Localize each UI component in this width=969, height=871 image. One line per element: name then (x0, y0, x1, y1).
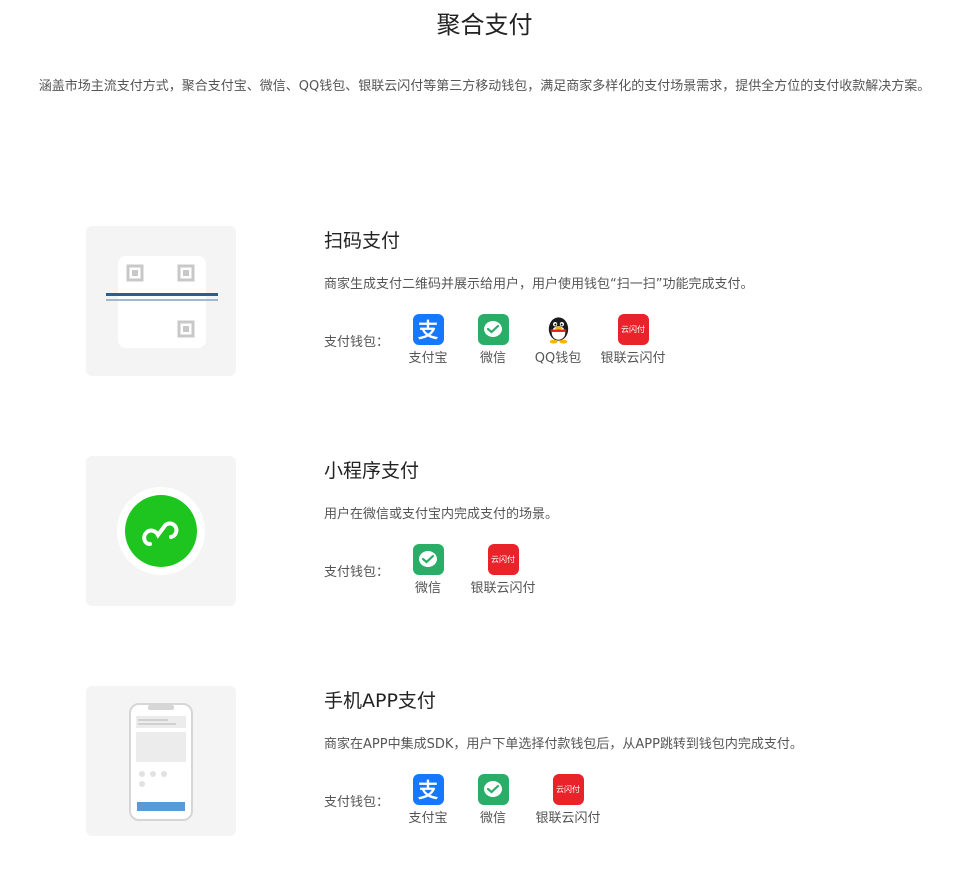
method-description: 商家生成支付二维码并展示给用户，用户使用钱包“扫一扫”功能完成支付。 (324, 277, 754, 292)
wallet-unionpay: 云闪付 银联云闪付 (528, 774, 608, 829)
page-intro: 涵盖市场主流支付方式，聚合支付宝、微信、QQ钱包、银联云闪付等第三方移动钱包，满… (38, 79, 931, 94)
wallet-name: 银联云闪付 (535, 811, 601, 826)
wechat-pay-icon (477, 314, 509, 345)
smartphone-icon (129, 703, 193, 821)
wechat-pay-icon (477, 774, 509, 805)
wallet-unionpay: 云闪付 银联云闪付 (463, 544, 543, 599)
wallet-wechat: 微信 (453, 774, 533, 829)
wallet-name: 银联云闪付 (470, 581, 536, 596)
unionpay-cloud-icon: 云闪付 (617, 314, 649, 345)
wallet-unionpay: 云闪付 银联云闪付 (593, 314, 673, 369)
qr-scan-illustration (86, 226, 236, 376)
qr-code-icon (106, 256, 218, 348)
wallet-name: 微信 (414, 581, 441, 596)
alipay-icon: 支 (412, 314, 444, 345)
wallet-name: 银联云闪付 (600, 351, 666, 366)
method-title: 手机APP支付 (324, 690, 436, 712)
wallet-wechat: 微信 (388, 544, 468, 599)
wallet-name: 微信 (479, 811, 506, 826)
alipay-icon: 支 (412, 774, 444, 805)
wallet-label: 支付钱包： (324, 565, 390, 580)
unionpay-cloud-icon: 云闪付 (552, 774, 584, 805)
method-title: 扫码支付 (324, 230, 401, 252)
mobile-app-illustration (86, 686, 236, 836)
wallet-name: QQ钱包 (534, 351, 582, 366)
unionpay-cloud-icon: 云闪付 (487, 544, 519, 575)
method-description: 商家在APP中集成SDK，用户下单选择付款钱包后，从APP跳转到钱包内完成支付。 (324, 737, 803, 752)
mini-program-illustration (86, 456, 236, 606)
method-title: 小程序支付 (324, 460, 420, 482)
wallet-label: 支付钱包： (324, 795, 390, 810)
page-title: 聚合支付 (436, 11, 533, 39)
wallet-label: 支付钱包： (324, 335, 390, 350)
wallet-qq: QQ钱包 (518, 314, 598, 369)
wechat-pay-icon (412, 544, 444, 575)
mini-program-icon (117, 487, 205, 575)
method-description: 用户在微信或支付宝内完成支付的场景。 (324, 507, 559, 522)
qq-penguin-icon (543, 314, 574, 345)
